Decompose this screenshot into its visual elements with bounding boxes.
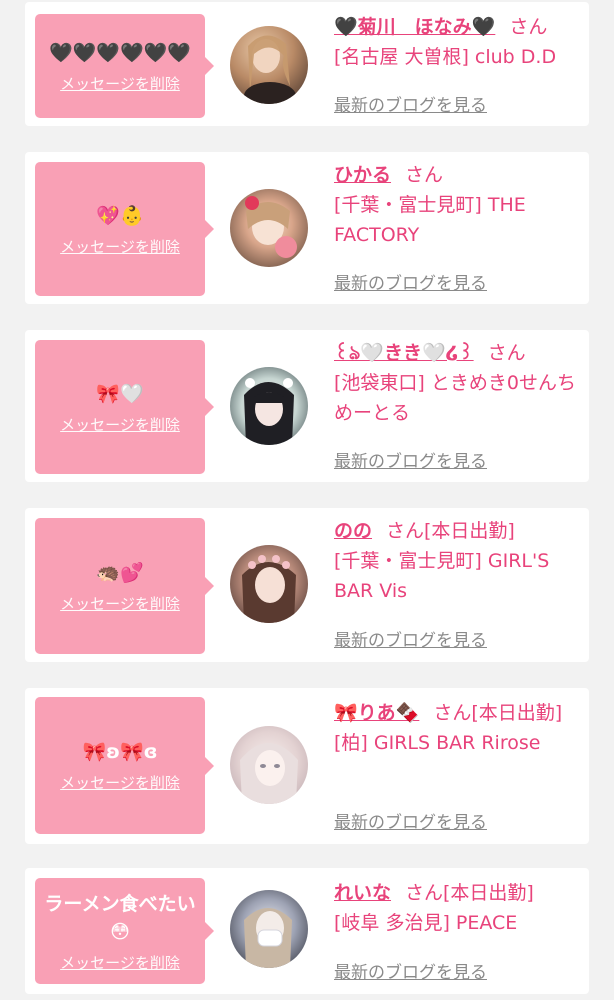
honorific-label: さん[本日出勤] bbox=[433, 702, 563, 724]
message-card: ラーメン食べたい 😳 メッセージを削除 れいな さん[本日出勤] [岐阜 多治見]… bbox=[25, 868, 589, 994]
avatar[interactable] bbox=[230, 545, 308, 623]
sender-info: ꒰ঌ🤍きき🤍໒꒱ さん [池袋東口] ときめき0せんちめーとる bbox=[334, 338, 579, 428]
shop-label: [千葉・富士見町] THE FACTORY bbox=[334, 194, 526, 246]
shop-label: [名古屋 大曽根] club D.D bbox=[334, 46, 557, 68]
message-text: 🎀ʚ🎀ɞ bbox=[82, 741, 158, 763]
profile-photo-icon bbox=[244, 378, 294, 445]
sender-name-link[interactable]: ひかる bbox=[334, 164, 391, 186]
sender-name-link[interactable]: ꒰ঌ🤍きき🤍໒꒱ bbox=[334, 342, 474, 364]
delete-message-link[interactable]: メッセージを削除 bbox=[60, 236, 180, 257]
sender-info: 🎀りあ🍫 さん[本日出勤] [柏] GIRLS BAR Rirose bbox=[334, 698, 579, 758]
sender-info: ひかる さん [千葉・富士見町] THE FACTORY bbox=[334, 160, 579, 250]
message-bubble: 🦔💕 メッセージを削除 bbox=[35, 518, 214, 654]
sender-name-link[interactable]: れいな bbox=[334, 882, 391, 904]
message-bubble: ラーメン食べたい 😳 メッセージを削除 bbox=[35, 878, 214, 984]
sender-info: れいな さん[本日出勤] [岐阜 多治見] PEACE bbox=[334, 878, 579, 938]
delete-message-link[interactable]: メッセージを削除 bbox=[60, 772, 180, 793]
message-bubble: 🎀🤍 メッセージを削除 bbox=[35, 340, 214, 474]
avatar[interactable] bbox=[230, 367, 308, 445]
shop-label: [柏] GIRLS BAR Rirose bbox=[334, 732, 541, 754]
sender-name-link[interactable]: のの bbox=[334, 520, 372, 542]
message-text: 💖👶 bbox=[96, 204, 144, 227]
honorific-label: さん bbox=[487, 342, 526, 364]
latest-blog-link[interactable]: 最新のブログを見る bbox=[334, 958, 487, 983]
latest-blog-link[interactable]: 最新のブログを見る bbox=[334, 447, 487, 472]
profile-photo-icon bbox=[244, 908, 292, 968]
avatar[interactable] bbox=[230, 189, 308, 267]
sender-info: のの さん[本日出勤] [千葉・富士見町] GIRL'S BAR Vis bbox=[334, 516, 579, 606]
message-bubble: 🎀ʚ🎀ɞ メッセージを削除 bbox=[35, 697, 214, 834]
honorific-label: さん bbox=[405, 164, 444, 186]
avatar[interactable] bbox=[230, 726, 308, 804]
latest-blog-link[interactable]: 最新のブログを見る bbox=[334, 91, 487, 116]
avatar[interactable] bbox=[230, 26, 308, 104]
message-text: 🎀🤍 bbox=[96, 382, 144, 405]
shop-label: [千葉・富士見町] GIRL'S BAR Vis bbox=[334, 550, 550, 602]
sender-name-link[interactable]: 🎀りあ🍫 bbox=[334, 702, 419, 724]
delete-message-link[interactable]: メッセージを削除 bbox=[60, 593, 180, 614]
profile-photo-icon bbox=[242, 555, 296, 623]
message-bubble: 💖👶 メッセージを削除 bbox=[35, 162, 214, 296]
message-card: 🎀🤍 メッセージを削除 ꒰ঌ🤍きき🤍໒꒱ さん [池袋東口] ときめき0せんちめー… bbox=[25, 330, 589, 482]
message-text: 🦔💕 bbox=[96, 561, 144, 584]
profile-photo-icon bbox=[244, 35, 296, 104]
latest-blog-link[interactable]: 最新のブログを見る bbox=[334, 808, 487, 833]
honorific-label: さん[本日出勤] bbox=[386, 520, 515, 542]
message-bubble: 🖤🖤🖤🖤🖤🖤 メッセージを削除 bbox=[35, 14, 214, 118]
sender-info: 🖤菊川 ほなみ🖤 さん [名古屋 大曽根] club D.D bbox=[334, 12, 579, 72]
delete-message-link[interactable]: メッセージを削除 bbox=[60, 73, 180, 94]
delete-message-link[interactable]: メッセージを削除 bbox=[60, 952, 180, 973]
honorific-label: さん[本日出勤] bbox=[405, 882, 534, 904]
sender-name-link[interactable]: 🖤菊川 ほなみ🖤 bbox=[334, 16, 495, 38]
shop-label: [岐阜 多治見] PEACE bbox=[334, 912, 518, 934]
latest-blog-link[interactable]: 最新のブログを見る bbox=[334, 269, 487, 294]
message-card: 💖👶 メッセージを削除 ひかる さん [千葉・富士見町] THE FACTORY … bbox=[25, 152, 589, 304]
message-card: 🎀ʚ🎀ɞ メッセージを削除 🎀りあ🍫 さん[本日出勤] [柏] GIRLS BAR… bbox=[25, 688, 589, 844]
message-card: 🦔💕 メッセージを削除 のの さん[本日出勤] [千葉・富士見町] GIRL'S … bbox=[25, 508, 589, 662]
avatar[interactable] bbox=[230, 890, 308, 968]
message-text: ラーメン食べたい 😳 bbox=[44, 892, 196, 943]
honorific-label: さん bbox=[509, 16, 548, 38]
profile-photo-icon bbox=[240, 743, 298, 804]
message-card: 🖤🖤🖤🖤🖤🖤 メッセージを削除 🖤菊川 ほなみ🖤 さん [名古屋 大曽根] clu… bbox=[25, 2, 589, 126]
shop-label: [池袋東口] ときめき0せんちめーとる bbox=[334, 372, 576, 424]
latest-blog-link[interactable]: 最新のブログを見る bbox=[334, 626, 487, 651]
delete-message-link[interactable]: メッセージを削除 bbox=[60, 414, 180, 435]
profile-photo-icon bbox=[245, 196, 297, 258]
message-text: 🖤🖤🖤🖤🖤🖤 bbox=[49, 41, 191, 64]
